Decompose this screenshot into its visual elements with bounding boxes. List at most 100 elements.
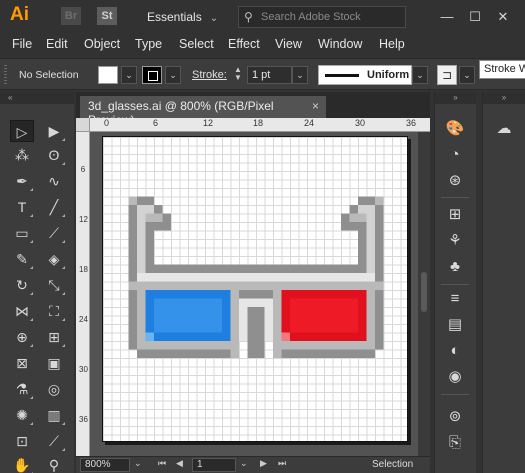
lasso-tool-icon[interactable]: ʘ	[42, 144, 66, 166]
stroke-stepper[interactable]: ▲ ▼	[232, 66, 244, 84]
scrollbar-thumb[interactable]	[421, 272, 427, 312]
collapse-icon[interactable]: »	[483, 92, 525, 104]
appearance-panel-icon[interactable]: ⊛	[443, 170, 467, 192]
free-transform-tool-icon[interactable]: ⛶	[42, 300, 66, 322]
zoom-tool-icon[interactable]: ⚲	[42, 454, 66, 473]
collapse-icon[interactable]: »	[435, 92, 476, 104]
panel-grip[interactable]	[4, 65, 7, 85]
glasses-3d-artwork[interactable]	[103, 137, 409, 443]
maximize-icon[interactable]: ☐	[464, 7, 486, 27]
stroke-label[interactable]: Stroke:	[192, 69, 227, 81]
minimize-icon[interactable]: —	[436, 7, 458, 27]
menu-type[interactable]: Type	[135, 37, 162, 51]
cc-libraries-icon[interactable]: ☁	[492, 118, 516, 140]
next-artboard-icon[interactable]: ▶	[260, 458, 267, 469]
vertical-scrollbar[interactable]	[418, 132, 430, 456]
bridge-button[interactable]: Br	[61, 7, 81, 25]
first-artboard-icon[interactable]: ⏮	[158, 458, 166, 469]
symbols-panel-icon[interactable]: ♣	[443, 256, 467, 278]
dock-divider	[441, 394, 469, 395]
rotate-tool-icon[interactable]: ↻	[10, 274, 34, 296]
horizontal-ruler[interactable]: 0 6 12 18 24 30 36	[90, 118, 430, 132]
ruler-label: 30	[79, 365, 88, 374]
workspace-switcher[interactable]: Essentials ⌄	[139, 0, 218, 34]
ruler-label: 12	[203, 118, 214, 128]
stroke-weight-dropdown[interactable]: ⌄	[292, 66, 308, 84]
direct-selection-tool-icon[interactable]: ▶	[42, 120, 66, 142]
variable-width-profile[interactable]: Uniform	[318, 65, 412, 85]
symbol-sprayer-tool-icon[interactable]: ✺	[10, 404, 34, 426]
stroke-panel-icon[interactable]: ≡	[443, 288, 467, 310]
stock-button[interactable]: St	[97, 7, 117, 25]
transparency-panel-icon[interactable]: ◐	[443, 340, 467, 362]
zoom-field[interactable]: 800%	[80, 458, 130, 472]
line-tool-icon[interactable]: ╱	[42, 196, 66, 218]
control-bar: No Selection ⌄ ⌄ Stroke: ▲ ▼ 1 pt ⌄ Unifo…	[0, 58, 525, 90]
column-graph-tool-icon[interactable]: ▥	[42, 404, 66, 426]
slice-tool-icon[interactable]: ⟋	[42, 430, 66, 452]
eraser-tool-icon[interactable]: ◈	[42, 248, 66, 270]
stroke-weight-field[interactable]: 1 pt	[247, 66, 292, 84]
width-tool-icon[interactable]: ⋈	[10, 300, 34, 322]
artboards-panel-icon[interactable]: ⎘	[443, 432, 467, 454]
profile-dropdown[interactable]: ⌄	[412, 66, 428, 84]
profile-line	[325, 74, 359, 77]
gradient-panel-icon[interactable]: ▤	[443, 314, 467, 336]
ruler-origin[interactable]	[76, 118, 90, 132]
close-icon[interactable]: ✕	[492, 7, 514, 27]
menu-object[interactable]: Object	[84, 37, 120, 51]
collapse-icon[interactable]: «	[0, 92, 74, 104]
ruler-label: 18	[79, 265, 88, 274]
previous-artboard-icon[interactable]: ◀	[176, 458, 183, 469]
perspective-grid-tool-icon[interactable]: ⊞	[42, 326, 66, 348]
magic-wand-tool-icon[interactable]: ⁂	[10, 144, 34, 166]
recolor-icon[interactable]: ⊐	[437, 65, 457, 85]
fill-swatch[interactable]	[98, 66, 118, 84]
ruler-label: 24	[79, 315, 88, 324]
fill-dropdown[interactable]: ⌄	[121, 66, 137, 84]
shape-builder-tool-icon[interactable]: ⊕	[10, 326, 34, 348]
rectangle-tool-icon[interactable]: ▭	[10, 222, 34, 244]
shaper-tool-icon[interactable]: ✎	[10, 248, 34, 270]
search-input[interactable]	[261, 9, 401, 25]
menu-effect[interactable]: Effect	[228, 37, 260, 51]
artboard[interactable]	[102, 136, 408, 442]
last-artboard-icon[interactable]: ⏭	[278, 458, 286, 469]
swatches-panel-icon[interactable]: ⊞	[443, 204, 467, 226]
artboard-number-field[interactable]: 1	[192, 458, 236, 472]
color-panel-icon[interactable]: 🎨	[443, 118, 467, 140]
eyedropper-tool-icon[interactable]: ⚗	[10, 378, 34, 400]
close-tab-icon[interactable]: ×	[312, 99, 319, 113]
zoom-dropdown-icon[interactable]: ⌄	[134, 458, 142, 469]
paintbrush-tool-icon[interactable]: ⟋	[42, 222, 66, 244]
type-tool-icon[interactable]: T	[10, 196, 34, 218]
curvature-tool-icon[interactable]: ∿	[42, 170, 66, 192]
artboard-tool-icon[interactable]: ⊡	[10, 430, 34, 452]
artboard-dropdown-icon[interactable]: ⌄	[240, 458, 248, 469]
menu-view[interactable]: View	[275, 37, 302, 51]
stroke-dropdown[interactable]: ⌄	[165, 66, 181, 84]
hand-tool-icon[interactable]: ✋	[10, 454, 34, 473]
selection-tool-icon[interactable]: ▷	[10, 120, 34, 142]
menu-window[interactable]: Window	[318, 37, 362, 51]
vertical-ruler[interactable]: 6 12 18 24 30 36	[76, 132, 90, 456]
menu-edit[interactable]: Edit	[46, 37, 68, 51]
color-guide-icon[interactable]: ◔	[443, 144, 467, 166]
stock-search[interactable]: ⚲	[238, 6, 406, 28]
stroke-swatch[interactable]	[142, 66, 162, 84]
scale-tool-icon[interactable]: ⤡	[42, 274, 66, 296]
tab-document[interactable]: 3d_glasses.ai @ 800% (RGB/Pixel Preview)…	[80, 96, 326, 127]
asset-export-panel-icon[interactable]: ⊚	[443, 406, 467, 428]
gradient-tool-icon[interactable]: ▣	[42, 352, 66, 374]
menu-select[interactable]: Select	[179, 37, 214, 51]
canvas-area[interactable]: 0 6 12 18 24 30 36 6 12 18 24 30 36	[76, 118, 430, 456]
menu-file[interactable]: File	[12, 37, 32, 51]
pen-tool-icon[interactable]: ✒	[10, 170, 34, 192]
menu-help[interactable]: Help	[379, 37, 405, 51]
mesh-tool-icon[interactable]: ⊠	[10, 352, 34, 374]
document-tab-bar: 3d_glasses.ai @ 800% (RGB/Pixel Preview)…	[76, 92, 430, 127]
blend-tool-icon[interactable]: ◎	[42, 378, 66, 400]
graphic-styles-panel-icon[interactable]: ◉	[443, 366, 467, 388]
recolor-dropdown[interactable]: ⌄	[459, 66, 475, 84]
brushes-panel-icon[interactable]: ⚘	[443, 230, 467, 252]
